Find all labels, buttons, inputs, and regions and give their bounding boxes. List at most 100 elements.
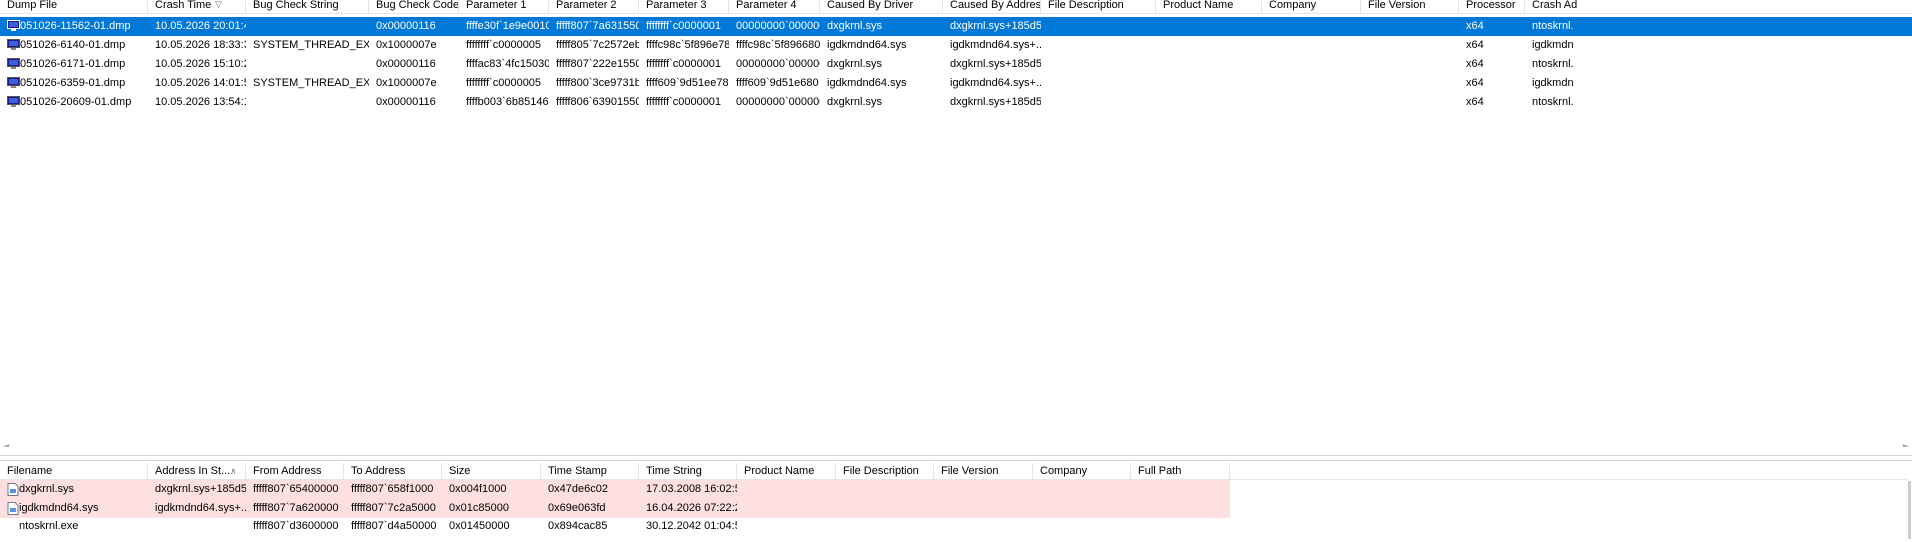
column-header-full-path[interactable]: Full Path [1131,463,1230,479]
cell-from-address: fffff807`d3600000 [253,520,339,532]
column-header-product-name[interactable]: Product Name [1156,0,1262,13]
column-header-processor[interactable]: Processor [1459,0,1525,13]
cell-bug-check-string: SYSTEM_THREAD_EXCE... [253,77,369,89]
cell-crash-time: 10.05.2026 13:54:13 [155,96,246,108]
column-header-parameter-4[interactable]: Parameter 4 [729,0,820,13]
cell-caused-by-driver: dxgkrnl.sys [827,58,883,70]
cell-crash-address: igdkmdn [1532,39,1574,51]
column-header-parameter-1[interactable]: Parameter 1 [459,0,549,13]
cell-parameter-1: ffffffff`c0000005 [466,77,542,89]
cell-from-address: fffff807`7a620000 [253,502,339,514]
cell-parameter-4: ffffc98c`5f896680 [736,39,820,51]
column-header-parameter-3[interactable]: Parameter 3 [639,0,729,13]
cell-parameter-1: ffffffff`c0000005 [466,39,542,51]
pane-splitter[interactable] [0,455,1912,461]
column-header-crash-address[interactable]: Crash Ad [1525,0,1912,13]
column-header-time-stamp[interactable]: Time Stamp [541,463,639,479]
cell-parameter-1: ffffac83`4fc15030 [466,58,549,70]
crash-row[interactable]: 051026-6171-01.dmp 10.05.2026 15:10:25 0… [0,55,1912,74]
crash-list-pane[interactable]: Dump File Crash Time ▽ Bug Check String B… [0,0,1912,447]
cell-processor: x64 [1466,77,1484,89]
cell-crash-time: 10.05.2026 18:33:31 [155,39,246,51]
cell-processor: x64 [1466,58,1484,70]
cell-dump-file: 051026-6171-01.dmp [20,58,126,70]
scroll-left-icon[interactable]: ◀ [3,443,9,448]
column-header-company[interactable]: Company [1262,0,1361,13]
cell-caused-by-driver: igdkmdnd64.sys [827,39,907,51]
cell-time-stamp: 0x69e063fd [548,502,606,514]
cell-bug-check-code: 0x1000007e [376,77,437,89]
scrollbar-thumb[interactable] [1908,481,1911,539]
horizontal-scrollbar[interactable]: ◀ ▶ [0,443,1912,447]
cell-parameter-2: fffff800`3ce9731b [556,77,639,89]
cell-processor: x64 [1466,39,1484,51]
module-row[interactable]: ntoskrnl.exe fffff807`d3600000 fffff807`… [0,518,1230,534]
cell-address-in-stack [148,518,246,534]
column-header-crash-time[interactable]: Crash Time ▽ [148,0,246,13]
column-header-file-version[interactable]: File Version [1361,0,1459,13]
cell-filename: ntoskrnl.exe [19,520,79,532]
sort-descending-icon: ▽ [215,0,222,9]
column-header-file-description[interactable]: File Description [1041,0,1156,13]
cell-parameter-2: fffff806`63901550 [556,96,639,108]
cell-parameter-4: 00000000`000000... [736,96,820,108]
scroll-right-icon[interactable]: ▶ [1903,443,1909,448]
column-header-dump-file[interactable]: Dump File [0,0,148,13]
module-list-pane[interactable]: Filename Address In St... ∧ From Address … [0,463,1912,542]
module-row[interactable]: igdkmdnd64.sys igdkmdnd64.sys+... fffff8… [0,499,1230,518]
cell-parameter-2: fffff807`7a631550 [556,20,639,32]
crash-row[interactable]: 051026-6140-01.dmp 10.05.2026 18:33:31 S… [0,36,1912,55]
column-header-product-name[interactable]: Product Name [737,463,836,479]
cell-caused-by-address: dxgkrnl.sys+185d5d [950,20,1041,32]
column-header-address-in-stack[interactable]: Address In St... ∧ [148,463,246,479]
column-header-bug-check-code[interactable]: Bug Check Code [369,0,459,13]
cell-bug-check-code: 0x00000116 [376,20,436,32]
crash-row[interactable]: 051026-11562-01.dmp 10.05.2026 20:01:44 … [0,17,1912,36]
cell-time-string: 16.04.2026 07:22:21 [646,502,737,514]
cell-caused-by-address: dxgkrnl.sys+185d5d [950,58,1041,70]
cell-size: 0x01c85000 [449,502,509,514]
cell-dump-file: 051026-6140-01.dmp [20,39,126,51]
crash-list-header: Dump File Crash Time ▽ Bug Check String B… [0,0,1912,14]
cell-caused-by-address: igdkmdnd64.sys+... [950,39,1041,51]
cell-dump-file: 051026-6359-01.dmp [20,77,126,89]
crash-row[interactable]: 051026-6359-01.dmp 10.05.2026 14:01:51 S… [0,74,1912,93]
cell-parameter-4: ffff609`9d51e680 [736,77,819,89]
cell-caused-by-address: dxgkrnl.sys+185d5d [950,96,1041,108]
cell-time-stamp: 0x47de6c02 [548,483,608,495]
column-header-bug-check-string[interactable]: Bug Check String [246,0,369,13]
cell-parameter-4: 00000000`000000... [736,20,820,32]
cell-crash-time: 10.05.2026 15:10:25 [155,58,246,70]
column-header-to-address[interactable]: To Address [344,463,442,479]
column-header-company[interactable]: Company [1033,463,1131,479]
cell-size: 0x01450000 [449,520,510,532]
crash-row[interactable]: 051026-20609-01.dmp 10.05.2026 13:54:13 … [0,93,1912,112]
vertical-scrollbar[interactable] [1907,463,1912,542]
column-header-caused-by-address[interactable]: Caused By Address [943,0,1041,13]
column-header-address-in-stack-label: Address In St... [155,465,231,477]
column-header-caused-by-driver[interactable]: Caused By Driver [820,0,943,13]
cell-processor: x64 [1466,96,1484,108]
cell-filename: dxgkrnl.sys [19,483,75,495]
cell-bug-check-code: 0x00000116 [376,58,436,70]
cell-time-string: 30.12.2042 01:04:53 [646,520,737,532]
cell-parameter-3: ffffffff`c0000001 [646,20,722,32]
cell-dump-file: 051026-11562-01.dmp [20,20,131,32]
column-header-size[interactable]: Size [442,463,541,479]
column-header-from-address[interactable]: From Address [246,463,344,479]
cell-crash-address: ntoskrnl. [1532,96,1574,108]
module-row[interactable]: dxgkrnl.sys dxgkrnl.sys+185d5d fffff807`… [0,480,1230,499]
column-header-file-version[interactable]: File Version [934,463,1033,479]
column-header-file-description[interactable]: File Description [836,463,934,479]
cell-to-address: fffff807`7c2a5000 [351,502,436,514]
cell-caused-by-driver: igdkmdnd64.sys [827,77,907,89]
cell-processor: x64 [1466,20,1484,32]
cell-parameter-2: fffff805`7c2572eb [556,39,639,51]
column-header-parameter-2[interactable]: Parameter 2 [549,0,639,13]
cell-parameter-3: ffffffff`c0000001 [646,58,722,70]
column-header-filename[interactable]: Filename [0,463,148,479]
cell-to-address: fffff807`658f1000 [351,483,434,495]
column-header-time-string[interactable]: Time String [639,463,737,479]
cell-address-in-stack: dxgkrnl.sys+185d5d [155,483,246,495]
cell-bug-check-string [246,93,369,112]
